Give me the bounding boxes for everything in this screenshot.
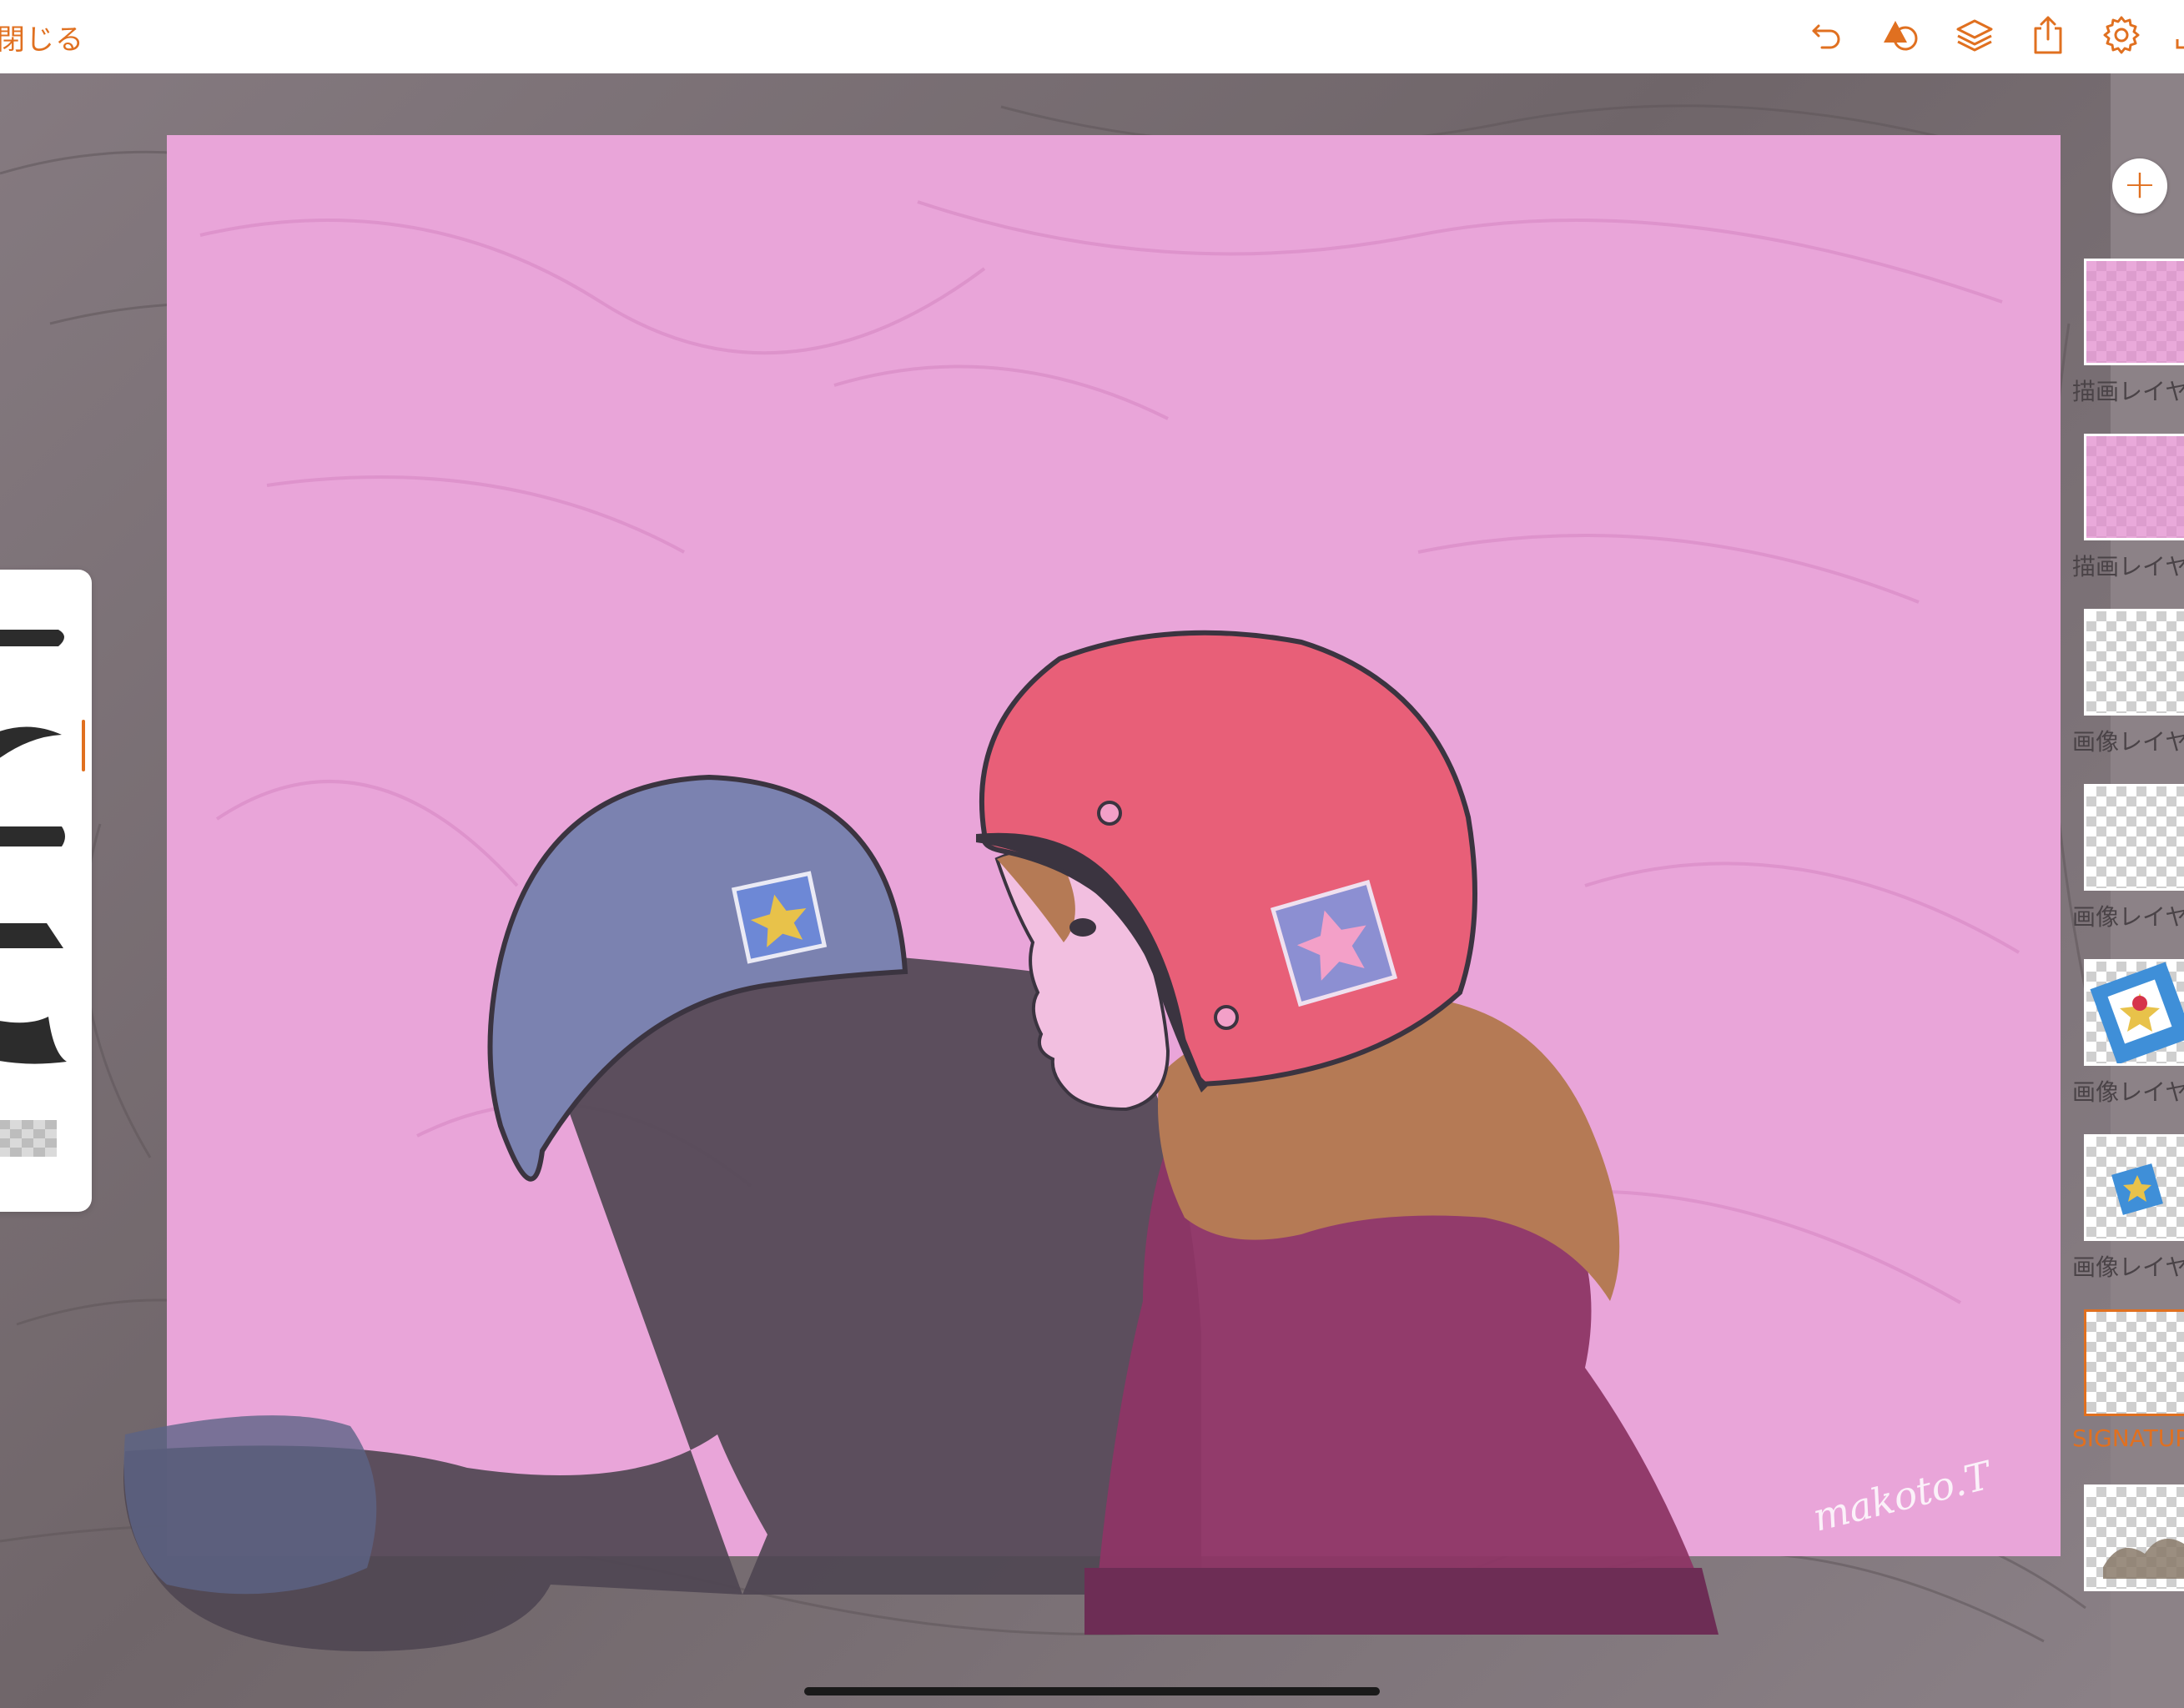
layer-thumbnail [2084, 609, 2184, 716]
add-layer-button[interactable]: + [2112, 158, 2167, 214]
brush-panel [0, 570, 92, 1212]
layer-label: SIGNATURE [2072, 1424, 2184, 1452]
brush-option-flat [0, 826, 65, 846]
collapse-icon[interactable] [2169, 14, 2184, 56]
brush-strokes [0, 630, 67, 1157]
layers-icon[interactable] [1954, 14, 1995, 56]
layer-thumbnail [2084, 1309, 2184, 1416]
layer-label: 画像レイヤー [2072, 1253, 2184, 1281]
share-icon[interactable] [2027, 14, 2069, 56]
drawing-canvas[interactable] [167, 135, 2061, 1556]
layer-thumbnail [2084, 1484, 2184, 1591]
undo-icon[interactable] [1807, 14, 1849, 56]
close-button[interactable]: 閉じる [0, 17, 84, 58]
home-indicator[interactable] [804, 1687, 1380, 1695]
sketch-thumbnail [2103, 1539, 2184, 1579]
layer-label: 描画レイヤー [2072, 378, 2184, 405]
layer-thumbnail [2084, 959, 2184, 1066]
settings-icon[interactable] [2101, 14, 2142, 56]
layer-label: 画像レイヤー [2072, 1078, 2184, 1106]
layer-thumbnail [2084, 784, 2184, 891]
layer-label: 画像レイヤー [2072, 903, 2184, 931]
brush-option-round [0, 630, 64, 646]
brush-option-angled [0, 923, 63, 948]
sticker-thumbnail [2111, 1163, 2163, 1215]
plus-icon: + [2122, 161, 2157, 208]
top-toolbar: 閉じる [0, 0, 2184, 74]
brush-option-ink [0, 1017, 67, 1064]
layer-thumbnail [2084, 1134, 2184, 1241]
layer-label: 描画レイヤー [2072, 553, 2184, 580]
shapes-icon[interactable] [1880, 14, 1922, 56]
sticker-thumbnail [2090, 962, 2184, 1063]
brush-option-taper [0, 726, 62, 758]
layer-thumbnail [2084, 259, 2184, 365]
layer-thumbnail [2084, 434, 2184, 540]
layer-label: 画像レイヤー [2072, 728, 2184, 756]
selected-brush-indicator [82, 720, 85, 771]
canvas-texture [199, 200, 2020, 1304]
brush-option-texture [0, 1120, 57, 1157]
